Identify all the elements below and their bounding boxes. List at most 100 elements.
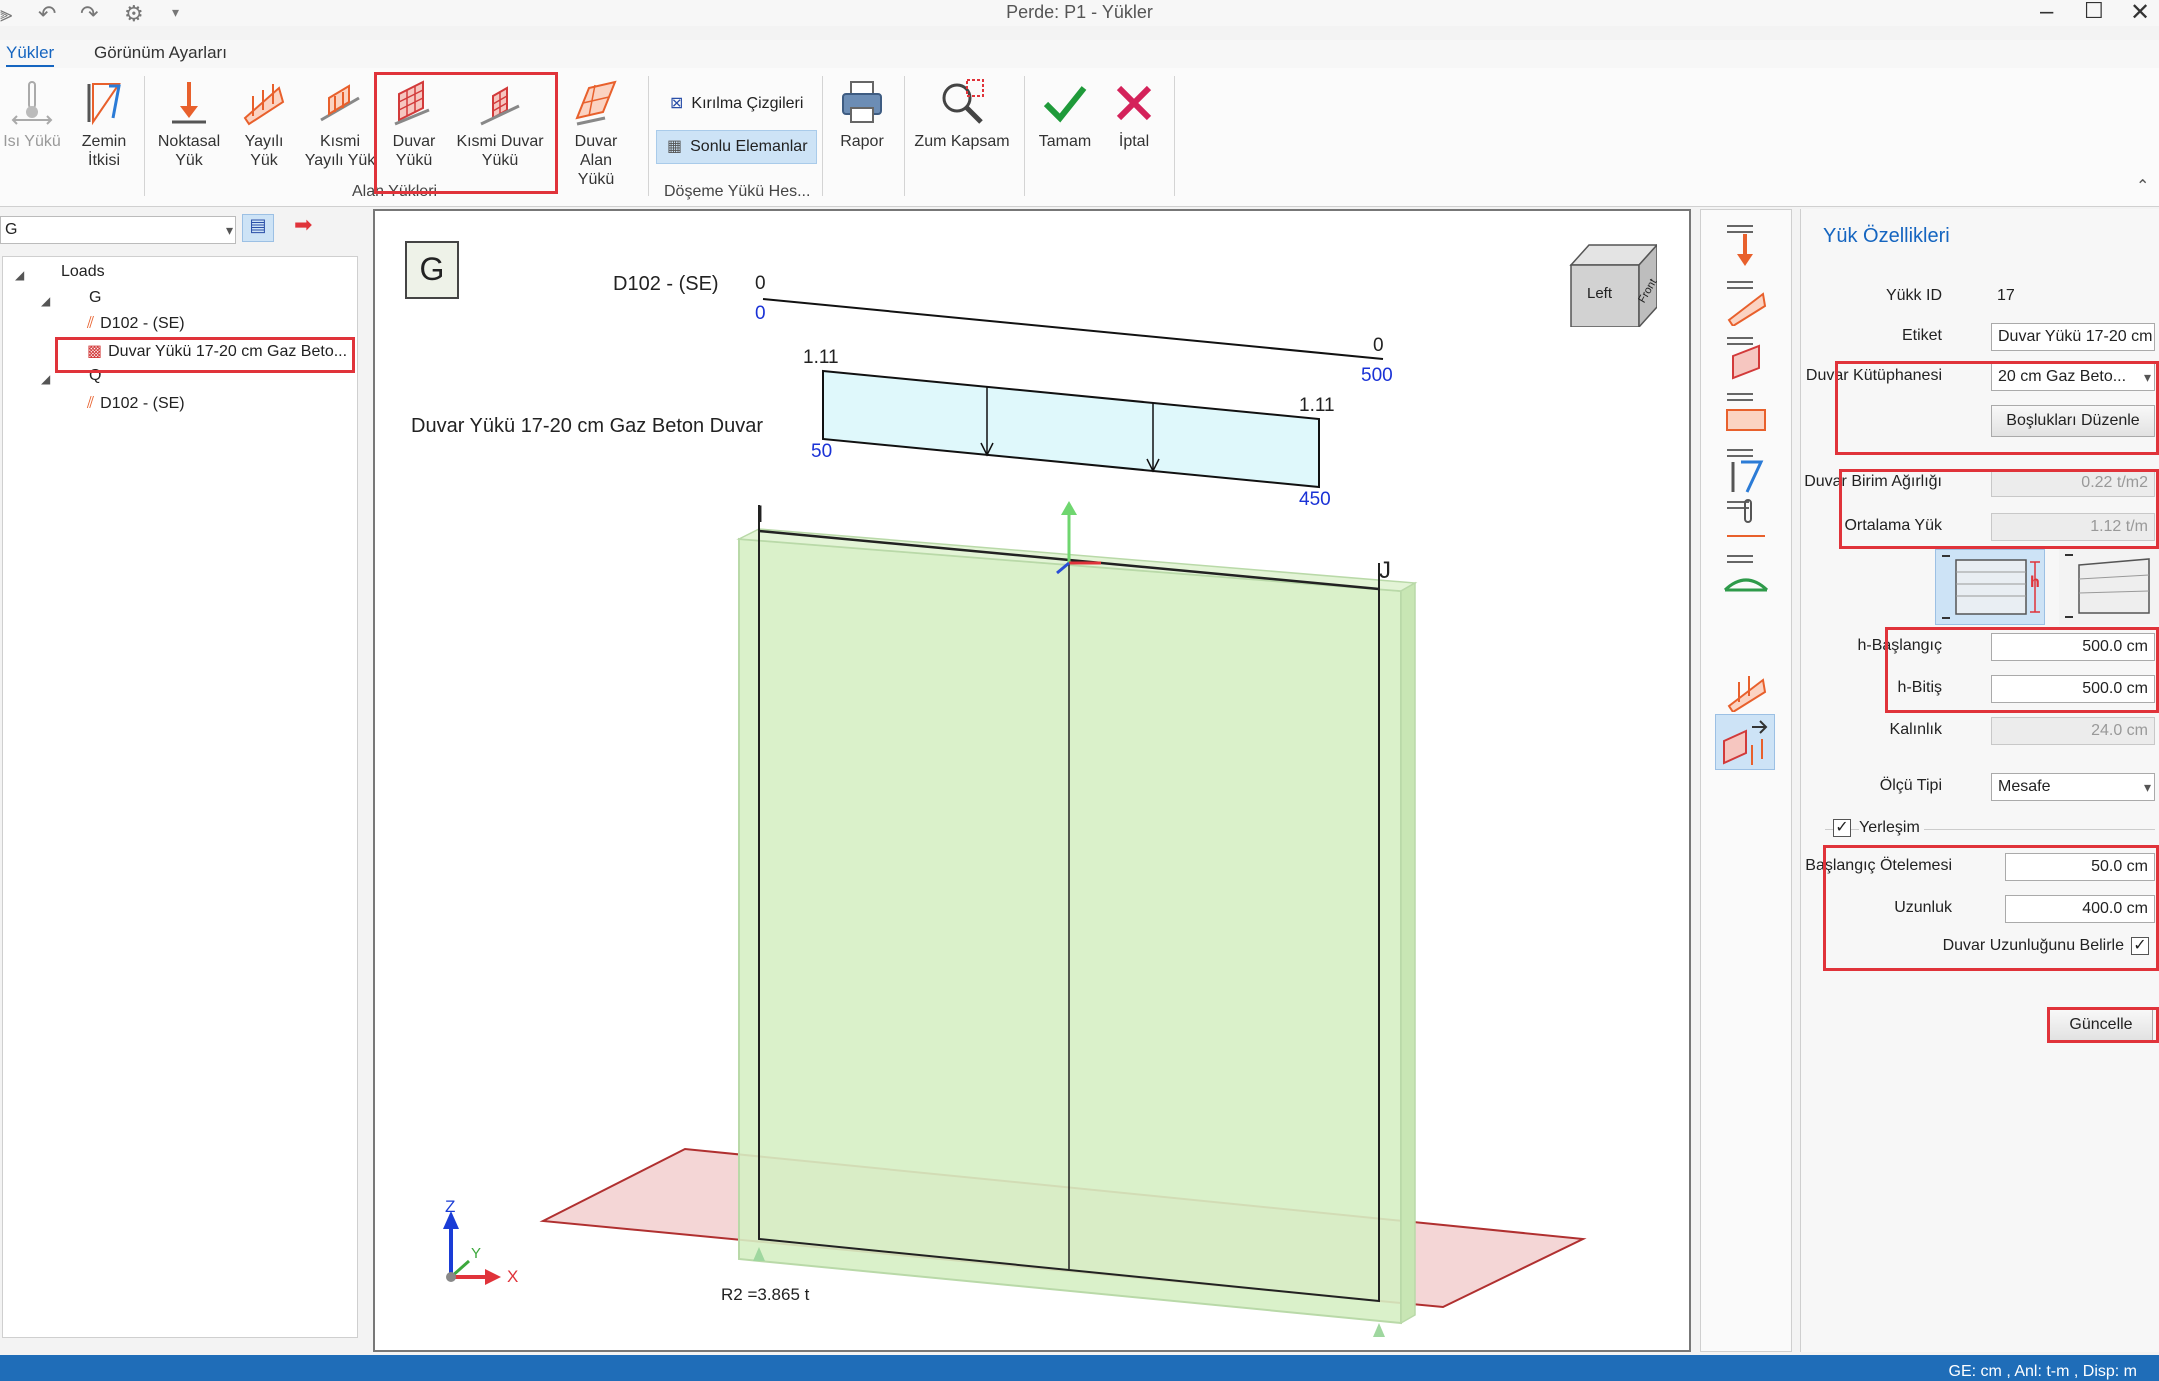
load-id-value: 17 bbox=[1997, 287, 2015, 304]
tree-item-g-beam[interactable]: ⫽ D102 - (SE) bbox=[87, 315, 185, 333]
node-i-label: I bbox=[757, 501, 764, 528]
tab-yukler[interactable]: Yükler bbox=[6, 43, 55, 67]
load-id-label: Yükk ID bbox=[1885, 287, 1942, 304]
checkmark-icon bbox=[1043, 86, 1087, 123]
navigation-cube[interactable]: Left Front bbox=[1569, 241, 1659, 329]
soil-pressure-icon[interactable] bbox=[1719, 444, 1773, 494]
dim-end-bottom: 500 bbox=[1361, 365, 1393, 386]
olcu-tipi-select[interactable]: Mesafe ▾ bbox=[1991, 773, 2155, 801]
dim-end-top: 0 bbox=[1373, 335, 1384, 356]
chevron-down-icon: ▾ bbox=[225, 222, 233, 238]
load-case-combo[interactable]: G ▾ bbox=[0, 216, 236, 244]
distributed-load-icon: ⫽ bbox=[87, 315, 95, 332]
filter-list-icon[interactable]: ▤ bbox=[242, 214, 274, 242]
iptal-button[interactable]: İptal bbox=[1106, 78, 1162, 151]
wall-load-label: Duvar Yükü 17-20 cm Gaz Beton Duvar bbox=[411, 415, 764, 437]
support-load-icon[interactable] bbox=[1719, 550, 1773, 600]
cancel-x-icon bbox=[1116, 85, 1152, 121]
zum-kapsam-button[interactable]: Zum Kapsam bbox=[912, 78, 1012, 151]
collapse-ribbon-icon[interactable]: ⌃ bbox=[2136, 176, 2149, 196]
wall-height-variable-icon bbox=[2065, 554, 2150, 618]
rapor-button[interactable]: Rapor bbox=[832, 78, 892, 151]
node-j-label: J bbox=[1379, 557, 1391, 584]
tamam-button[interactable]: Tamam bbox=[1034, 78, 1096, 151]
tree-item-q-beam[interactable]: ⫽ D102 - (SE) bbox=[87, 395, 185, 413]
etiket-label: Etiket bbox=[1901, 327, 1942, 344]
duvar-alan-yuku-button[interactable]: Duvar Alan Yükü bbox=[560, 78, 632, 189]
partial-distributed-load-icon bbox=[320, 84, 360, 122]
load-tree-panel: G ▾ ▤ ➡ ◢ Loads ◢ G ⫽ D102 - (SE) ▩ Duvar … bbox=[0, 208, 362, 1358]
printer-icon bbox=[842, 81, 882, 123]
beam-label: D102 - (SE) bbox=[613, 273, 719, 295]
highlight-wall-tree-item bbox=[55, 337, 355, 373]
maximize-icon[interactable]: ☐ bbox=[2084, 0, 2104, 24]
distributed-load-icon: ⫽ bbox=[87, 395, 95, 412]
highlight-wall-buttons bbox=[374, 72, 558, 194]
tree-root-loads[interactable]: Loads bbox=[61, 263, 105, 281]
units-status: GE: cm , Anl: t-m , Disp: m bbox=[1948, 1363, 2137, 1380]
distributed-load-icon[interactable] bbox=[1719, 276, 1773, 326]
thermometer-icon[interactable] bbox=[1719, 496, 1773, 546]
tree-case-g[interactable]: G bbox=[89, 289, 101, 307]
yerlesim-label: Yerleşim bbox=[1859, 819, 1924, 837]
wall-area-load-icon bbox=[575, 80, 617, 126]
load-tree: ◢ Loads ◢ G ⫽ D102 - (SE) ▩ Duvar Yükü 17-… bbox=[2, 256, 358, 1338]
highlight-placement bbox=[1823, 845, 2159, 971]
point-load-icon bbox=[172, 82, 206, 124]
dim-start-top: 0 bbox=[755, 273, 766, 294]
load-start-value: 1.11 bbox=[803, 347, 839, 368]
isi-yuku-button[interactable]: Isı Yükü bbox=[0, 78, 64, 151]
chevron-down-icon: ▾ bbox=[2143, 779, 2151, 795]
wall-panel bbox=[738, 537, 1402, 1325]
finite-elements-icon: ▦ bbox=[667, 138, 683, 155]
doseme-yuku-group-label: Döşeme Yükü Hes... bbox=[664, 183, 811, 200]
dimension-line bbox=[762, 298, 1384, 360]
partial-distributed-load-icon[interactable] bbox=[1719, 662, 1773, 712]
properties-panel: Yük Özellikleri Yükk ID 17 Etiket Duvar … bbox=[1800, 209, 2159, 1352]
area-load-icon[interactable] bbox=[1719, 388, 1773, 438]
expand-arrow-icon[interactable]: ◢ bbox=[41, 372, 50, 386]
wall-load-icon[interactable] bbox=[1719, 332, 1773, 382]
kismi-yayili-yuk-button[interactable]: Kısmi Yayılı Yük bbox=[304, 78, 376, 170]
point-load-icon[interactable] bbox=[1719, 220, 1773, 270]
height-mode-uniform-option[interactable]: h bbox=[1935, 549, 2045, 625]
etiket-input[interactable]: Duvar Yükü 17-20 cm bbox=[1991, 323, 2155, 351]
axis-z-label: Z bbox=[445, 1197, 456, 1216]
arrow-right-icon[interactable]: ➡ bbox=[294, 212, 312, 238]
wall-height-icon bbox=[1942, 555, 2040, 619]
yayili-yuk-button[interactable]: Yayılı Yük bbox=[236, 78, 292, 170]
expand-arrow-icon[interactable]: ◢ bbox=[15, 268, 24, 282]
load-case-badge: G bbox=[405, 241, 459, 299]
height-mode-variable-option[interactable] bbox=[2059, 549, 2159, 625]
soil-pressure-icon bbox=[87, 83, 121, 126]
highlight-weights bbox=[1839, 469, 2159, 549]
3d-viewport[interactable]: G Left Front D102 - (SE) 0 0 0 500 1.11 … bbox=[373, 209, 1691, 1352]
load-start-pos: 50 bbox=[811, 441, 833, 462]
axis-x-label: X bbox=[507, 1267, 519, 1286]
wall-drawing bbox=[443, 298, 1587, 1337]
thermometer-icon bbox=[11, 81, 53, 125]
sonlu-elemanlar-button[interactable]: ▦ Sonlu Elemanlar bbox=[656, 130, 817, 164]
wall-load-box bbox=[822, 369, 1320, 489]
properties-title: Yük Özellikleri bbox=[1823, 225, 1950, 247]
tab-gorunum-ayarlari[interactable]: Görünüm Ayarları bbox=[94, 43, 227, 63]
highlight-library bbox=[1835, 361, 2159, 455]
partial-wall-load-icon bbox=[1723, 720, 1768, 765]
break-lines-icon: ⊠ bbox=[670, 95, 684, 112]
load-end-value: 1.11 bbox=[1299, 395, 1335, 416]
partial-wall-load-tool-selected[interactable] bbox=[1715, 714, 1775, 770]
title-bar: ⫸ ↶ ↷ ⚙ ▾ Perde: P1 - Yükler – ☐ ✕ bbox=[0, 0, 2159, 26]
side-toolbar bbox=[1700, 209, 1792, 1352]
close-icon[interactable]: ✕ bbox=[2130, 0, 2150, 27]
highlight-update bbox=[2047, 1007, 2159, 1043]
expand-arrow-icon[interactable]: ◢ bbox=[41, 294, 50, 308]
window-title: Perde: P1 - Yükler bbox=[1006, 2, 1153, 22]
kalinlik-label: Kalınlık bbox=[1889, 721, 1942, 738]
zemin-itkisi-button[interactable]: Zemin İtkisi bbox=[74, 78, 134, 170]
status-bar: GE: cm , Anl: t-m , Disp: m bbox=[0, 1355, 2159, 1381]
kirilma-cizgileri-button[interactable]: ⊠ Kırılma Çizgileri bbox=[660, 88, 811, 120]
noktasal-yuk-button[interactable]: Noktasal Yük bbox=[154, 78, 224, 170]
yerlesim-checkbox[interactable]: ✓ bbox=[1833, 819, 1851, 837]
minimize-icon[interactable]: – bbox=[2040, 0, 2053, 26]
distributed-load-icon bbox=[243, 84, 285, 126]
